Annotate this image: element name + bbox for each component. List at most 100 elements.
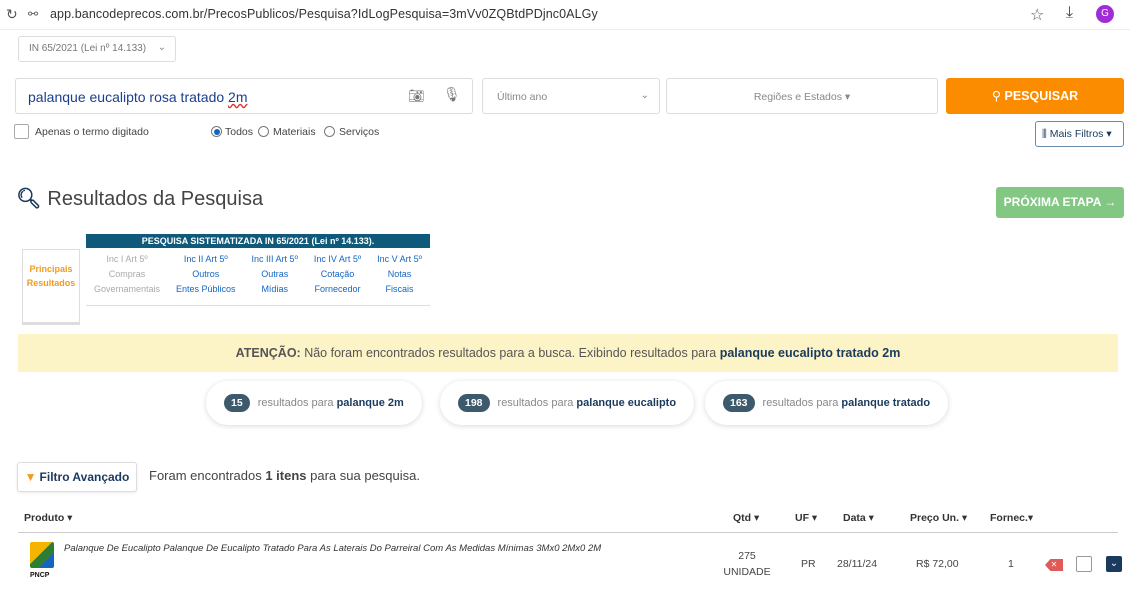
camera-icon[interactable]: 📷︎ — [408, 88, 425, 104]
suggestion-count: 15 — [224, 394, 250, 412]
date-value: 28/11/24 — [837, 558, 878, 570]
period-select[interactable]: Último ano ⌄ — [482, 78, 660, 114]
results-count-suffix: para sua pesquisa. — [306, 468, 420, 483]
suggestion-count: 198 — [458, 394, 490, 412]
attention-term: palanque eucalipto tratado 2m — [719, 346, 901, 360]
suggestion-count: 163 — [723, 394, 755, 412]
search-query: palanque eucalipto rosa tratado 2m — [28, 89, 248, 105]
qty-value: 275 — [738, 550, 756, 562]
radio-servicos[interactable] — [324, 126, 335, 137]
spellcheck-flagged-word: 2m — [228, 89, 248, 105]
browser-toolbar: ↻ ⚯ app.bancodeprecos.com.br/PrecosPubli… — [0, 0, 1130, 30]
radio-todos-label: Todos — [225, 126, 254, 138]
tab-inc-v[interactable]: Inc V Art 5º Notas Fiscais — [377, 252, 422, 305]
bookmark-star-icon[interactable]: ☆ — [1030, 5, 1044, 25]
systematized-columns: Inc I Art 5º Compras Governamentais Inc … — [86, 252, 430, 306]
chevron-down-icon: ⌄ — [640, 90, 649, 101]
norm-select[interactable]: IN 65/2021 (Lei nº 14.133) ⌄ — [18, 36, 176, 62]
suggestion-pill[interactable]: 198 resultados para palanque eucalipto — [440, 381, 695, 425]
attention-message: Não foram encontrados resultados para a … — [300, 346, 720, 360]
address-bar[interactable]: app.bancodeprecos.com.br/PrecosPublicos/… — [50, 7, 598, 21]
tab-principal-results[interactable]: Principais Resultados — [22, 249, 80, 325]
supplier-count: 1 — [1008, 558, 1014, 570]
tab-inc-v-line2: Notas — [387, 269, 412, 279]
suggestion-term: palanque tratado — [841, 397, 931, 409]
tab-inc-ii-line2: Outros — [192, 269, 220, 279]
results-count-prefix: Foram encontrados — [149, 468, 266, 483]
column-header-qty[interactable]: Qtd ▾ — [733, 512, 759, 524]
profile-avatar[interactable]: G — [1096, 5, 1114, 23]
table-header-divider — [18, 532, 1118, 533]
tab-inc-i-line2: Compras — [108, 269, 146, 279]
column-header-supplier[interactable]: Fornec.▾ — [990, 512, 1033, 524]
next-step-button[interactable]: PRÓXIMA ETAPA → — [996, 187, 1124, 218]
tab-inc-iii[interactable]: Inc III Art 5º Outras Mídias — [252, 252, 298, 305]
suggestion-text: resultados para — [762, 397, 842, 409]
attention-label: ATENÇÃO: — [235, 346, 301, 360]
tab-inc-iv-line2: Cotação — [320, 269, 355, 279]
tab-inc-ii[interactable]: Inc II Art 5º Outros Entes Públicos — [176, 252, 236, 305]
row-select-checkbox[interactable] — [1076, 556, 1092, 572]
tab-principal-line1: Principais — [29, 264, 73, 274]
column-header-product[interactable]: Produto ▾ — [24, 512, 72, 524]
pncp-logo-mark — [30, 542, 54, 568]
tab-inc-ii-line3: Entes Públicos — [176, 284, 236, 294]
qty-unit: UNIDADE — [723, 566, 771, 578]
site-info-icon[interactable]: ⚯ — [28, 7, 38, 21]
column-header-price[interactable]: Preço Un. ▾ — [910, 512, 967, 524]
tab-inc-v-line1: Inc V Art 5º — [377, 254, 422, 264]
advanced-filter-label: Filtro Avançado — [39, 470, 130, 484]
tab-inc-i-line1: Inc I Art 5º — [106, 254, 148, 264]
tab-inc-iii-line2: Outras — [261, 269, 289, 279]
chevron-down-icon: ⌄ — [157, 42, 166, 53]
radio-materiais-label: Materiais — [273, 126, 316, 138]
search-icon: ⚲ — [991, 89, 1002, 103]
tab-inc-iii-line3: Mídias — [261, 284, 288, 294]
caret-down-icon: ▾ — [1106, 128, 1112, 140]
download-icon[interactable]: ⤓ — [1066, 4, 1073, 22]
advanced-filter-button[interactable]: ▼ Filtro Avançado — [17, 462, 137, 492]
suggestion-term: palanque 2m — [336, 397, 404, 409]
pncp-logo: PNCP — [30, 542, 56, 586]
suggestion-pill[interactable]: 163 resultados para palanque tratado — [705, 381, 949, 425]
tab-inc-i[interactable]: Inc I Art 5º Compras Governamentais — [94, 252, 160, 305]
page-title: 🔍︎ Resultados da Pesquisa — [16, 186, 263, 211]
radio-materiais[interactable] — [258, 126, 269, 137]
column-header-uf[interactable]: UF ▾ — [795, 512, 817, 524]
results-count-value: 1 itens — [265, 468, 307, 483]
suggestion-term: palanque eucalipto — [576, 397, 677, 409]
price-value: R$ 72,00 — [916, 558, 959, 570]
pncp-logo-text: PNCP — [30, 572, 50, 579]
column-header-date[interactable]: Data ▾ — [843, 512, 874, 524]
tab-inc-iv[interactable]: Inc IV Art 5º Cotação Fornecedor — [314, 252, 361, 305]
norm-select-value: IN 65/2021 (Lei nº 14.133) — [29, 43, 147, 54]
search-input[interactable]: palanque eucalipto rosa tratado 2m 📷︎ 🎙︎ — [15, 78, 473, 114]
suggestion-text: resultados para — [257, 397, 337, 409]
search-icon: 🔍︎ — [16, 188, 42, 210]
exact-term-checkbox[interactable] — [14, 124, 29, 139]
tab-inc-iii-line1: Inc III Art 5º — [251, 254, 298, 264]
attention-banner: ATENÇÃO: Não foram encontrados resultado… — [18, 334, 1118, 372]
tab-principal-line2: Resultados — [26, 278, 76, 288]
tab-inc-i-line3: Governamentais — [93, 284, 161, 294]
radio-todos[interactable] — [211, 126, 222, 137]
period-select-value: Último ano — [497, 91, 548, 103]
exact-term-label: Apenas o termo digitado — [35, 126, 149, 138]
region-select[interactable]: Regiões e Estados ▾ — [666, 78, 938, 114]
search-button-label: PESQUISAR — [1004, 89, 1079, 103]
systematized-search-header: PESQUISA SISTEMATIZADA IN 65/2021 (Lei n… — [86, 234, 430, 248]
microphone-icon[interactable]: 🎙︎ — [443, 86, 461, 103]
expand-row-chevron-icon[interactable]: ⌄ — [1106, 556, 1122, 572]
page-title-text: Resultados da Pesquisa — [47, 188, 264, 210]
region-select-label: Regiões e Estados ▾ — [753, 91, 851, 103]
results-count-text: Foram encontrados 1 itens para sua pesqu… — [149, 468, 420, 483]
suggestion-pill[interactable]: 15 resultados para palanque 2m — [206, 381, 422, 425]
suggestion-text: resultados para — [497, 397, 577, 409]
tab-inc-v-line3: Fiscais — [385, 284, 414, 294]
search-button[interactable]: ⚲ PESQUISAR — [946, 78, 1124, 114]
sliders-icon: ⫼ — [1042, 128, 1047, 140]
reload-icon[interactable]: ↻ — [6, 6, 18, 23]
more-filters-button[interactable]: ⫼ Mais Filtros ▾ — [1035, 121, 1124, 147]
uf-value: PR — [801, 558, 816, 570]
more-filters-label: Mais Filtros — [1049, 128, 1104, 140]
